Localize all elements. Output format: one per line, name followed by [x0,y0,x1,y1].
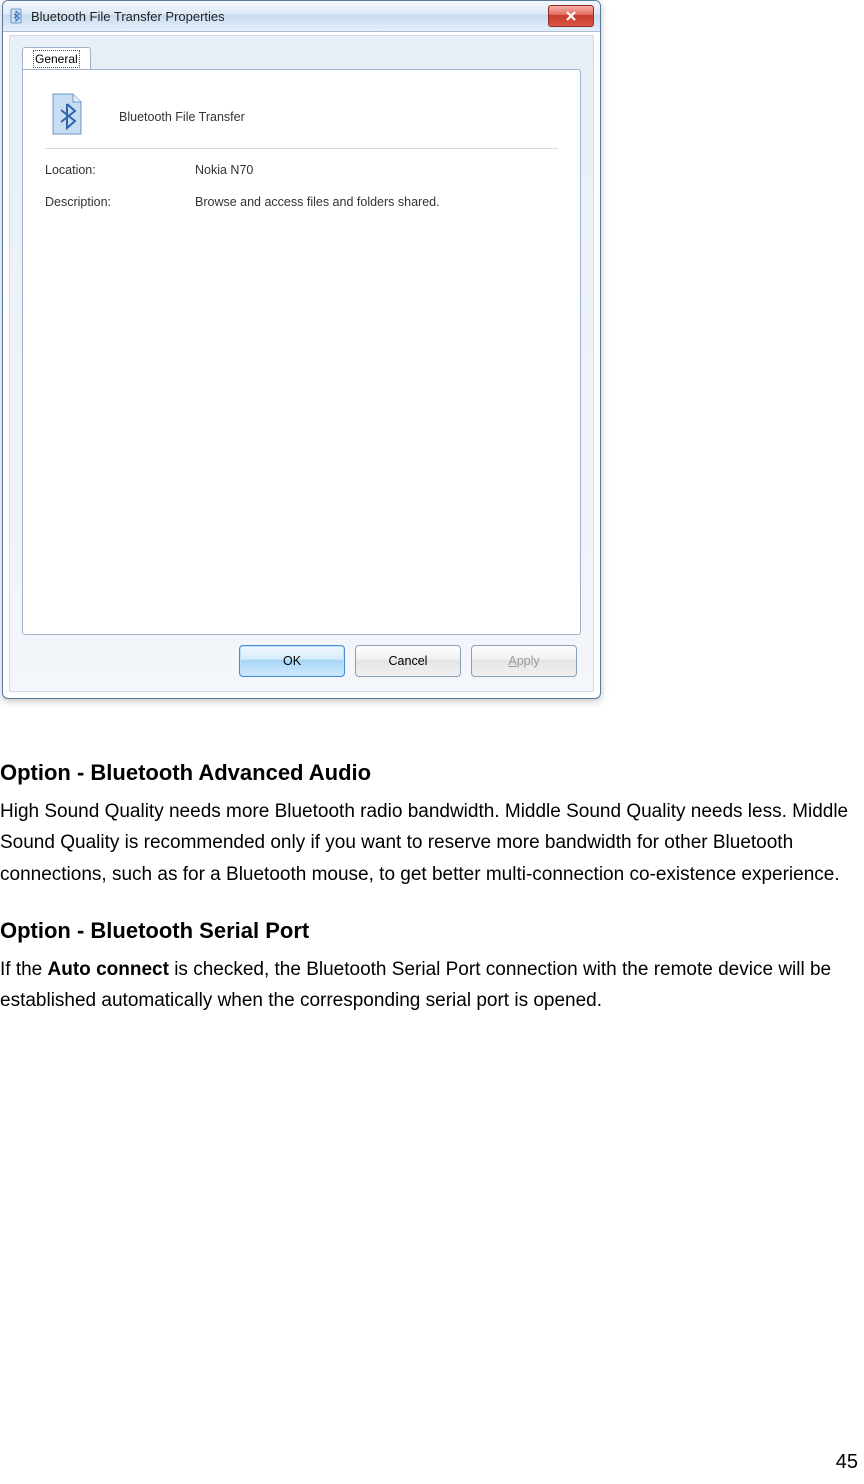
separator [45,148,558,149]
tab-label: General [35,52,78,66]
properties-dialog: Bluetooth File Transfer Properties Gener… [2,0,601,699]
button-row: OK Cancel Apply [239,645,577,677]
section-body-advanced-audio: High Sound Quality needs more Bluetooth … [0,796,860,890]
section-body-serial-port: If the Auto connect is checked, the Blue… [0,954,860,1017]
description-value: Browse and access files and folders shar… [195,195,558,209]
location-label: Location: [45,163,195,177]
page-number: 45 [836,1451,858,1474]
tab-panel-general: Bluetooth File Transfer Location: Nokia … [22,69,581,635]
cancel-button[interactable]: Cancel [355,645,461,677]
section-heading-advanced-audio: Option - Bluetooth Advanced Audio [0,760,860,786]
document-body: Option - Bluetooth Advanced Audio High S… [0,760,860,1045]
apply-button: Apply [471,645,577,677]
close-button[interactable] [548,5,594,27]
apply-label: Apply [508,654,539,668]
description-label: Description: [45,195,195,209]
location-value: Nokia N70 [195,163,558,177]
ok-button[interactable]: OK [239,645,345,677]
tab-general[interactable]: General [22,47,91,71]
tabstrip: General [10,36,593,70]
dialog-client-area: General Bluetooth File Transfer [9,35,594,692]
titlebar[interactable]: Bluetooth File Transfer Properties [3,1,600,32]
section-heading-serial-port: Option - Bluetooth Serial Port [0,918,860,944]
window-title: Bluetooth File Transfer Properties [31,9,548,24]
service-icon [47,92,87,136]
ok-label: OK [283,654,301,668]
service-name: Bluetooth File Transfer [119,104,245,124]
cancel-label: Cancel [389,654,428,668]
bluetooth-app-icon [9,8,25,24]
